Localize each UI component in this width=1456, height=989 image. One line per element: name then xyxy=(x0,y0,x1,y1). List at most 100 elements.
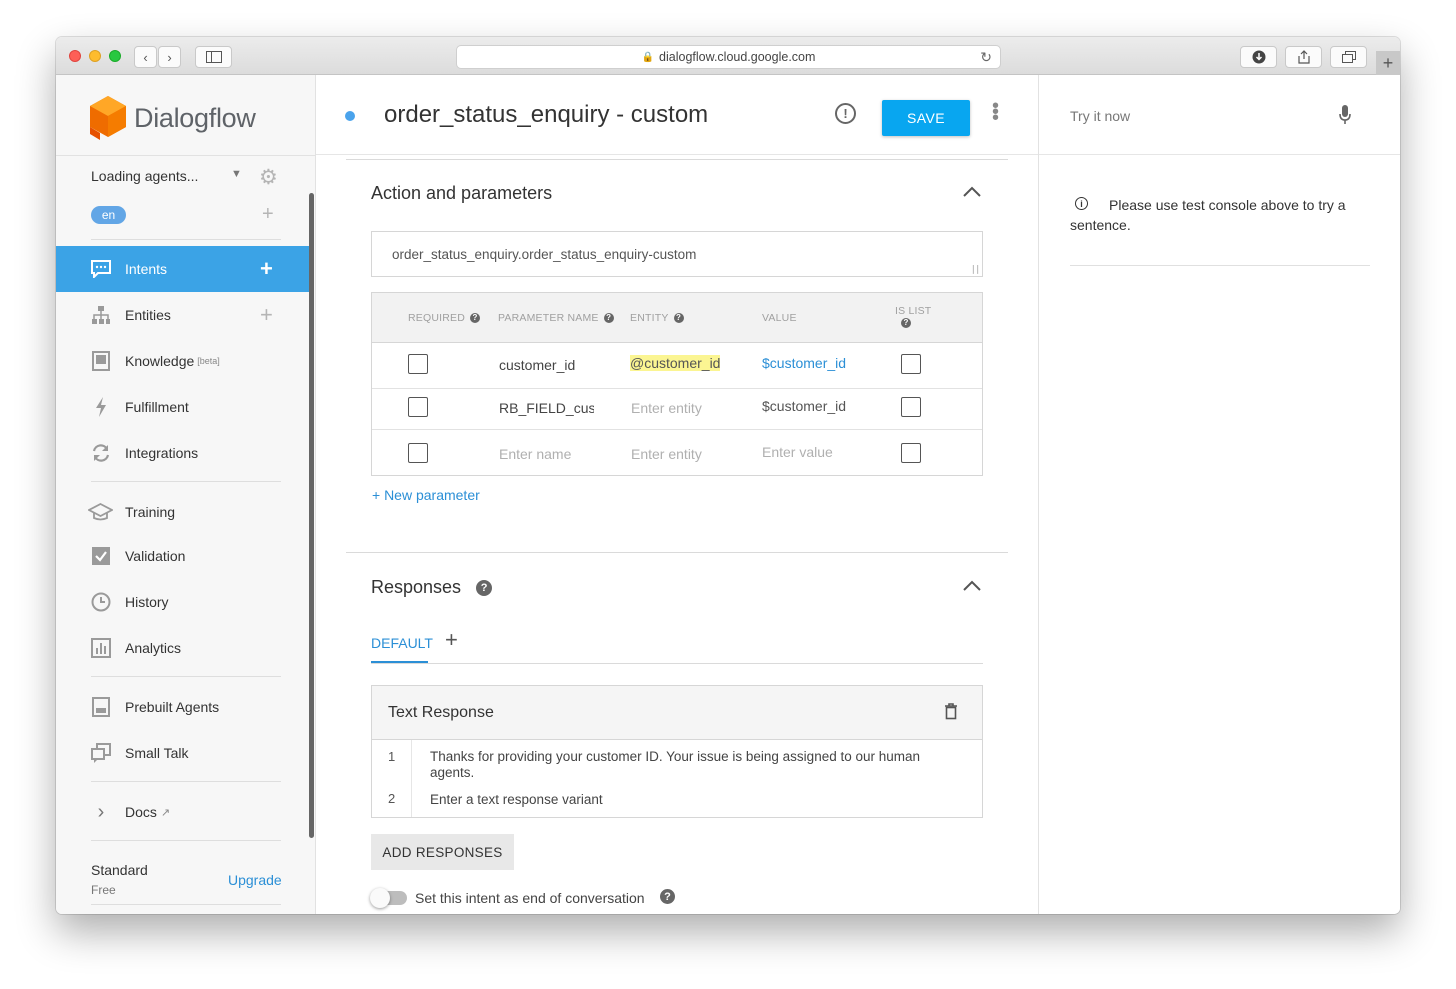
intent-editor: order_status_enquiry - custom ! SAVE • • •… xyxy=(316,75,1038,914)
upgrade-link[interactable]: Upgrade xyxy=(228,872,282,888)
column-header-name: PARAMETER NAME? xyxy=(498,312,614,324)
add-language-icon[interactable]: + xyxy=(262,203,274,226)
tab-default[interactable]: DEFAULT xyxy=(371,635,433,651)
sidebar-item-history[interactable]: History xyxy=(56,579,310,625)
prebuilt-icon xyxy=(90,696,112,718)
parameter-entity-input[interactable]: Enter entity xyxy=(631,446,702,462)
microphone-icon[interactable] xyxy=(1339,105,1351,130)
parameter-value[interactable]: $customer_id xyxy=(762,355,846,371)
required-checkbox[interactable] xyxy=(408,354,428,374)
minimize-window-button[interactable] xyxy=(89,50,101,62)
checkbox-icon xyxy=(90,545,112,567)
book-icon xyxy=(90,350,112,372)
back-button[interactable]: ‹ xyxy=(134,46,157,68)
tabs-divider xyxy=(371,663,983,664)
help-icon[interactable]: ? xyxy=(660,889,675,904)
language-badge[interactable]: en xyxy=(91,206,126,224)
share-icon xyxy=(1297,50,1310,64)
help-icon[interactable]: ? xyxy=(901,318,911,328)
sidebar-item-prebuilt-agents[interactable]: Prebuilt Agents xyxy=(56,684,310,730)
save-button[interactable]: SAVE xyxy=(882,100,970,136)
sidebar-item-label: Small Talk xyxy=(125,745,189,761)
text-response-header: Text Response xyxy=(372,686,982,740)
sidebar-item-entities[interactable]: Entities + xyxy=(56,292,310,338)
required-checkbox[interactable] xyxy=(408,443,428,463)
parameter-entity[interactable]: @customer_id xyxy=(630,355,721,371)
collapse-chevron-icon[interactable] xyxy=(962,185,982,203)
share-button[interactable] xyxy=(1285,46,1322,68)
address-bar[interactable]: 🔒 dialogflow.cloud.google.com ↻ xyxy=(456,45,1001,69)
is-list-checkbox[interactable] xyxy=(901,443,921,463)
forward-button[interactable]: › xyxy=(158,46,181,68)
brand-logo[interactable]: Dialogflow xyxy=(90,96,256,140)
alert-info-icon[interactable]: ! xyxy=(835,103,856,124)
sidebar-toggle-button[interactable] xyxy=(195,46,232,68)
sidebar-item-intents[interactable]: Intents + xyxy=(56,246,310,292)
bar-chart-icon xyxy=(90,637,112,659)
divider xyxy=(91,781,281,782)
intent-title[interactable]: order_status_enquiry - custom xyxy=(384,101,708,129)
new-tab-button[interactable]: + xyxy=(1376,51,1400,75)
text-response-line[interactable]: Thanks for providing your customer ID. Y… xyxy=(430,749,960,781)
agent-selector[interactable]: Loading agents... ▼ ⚙ xyxy=(91,165,291,190)
divider xyxy=(91,481,281,482)
sidebar-item-fulfillment[interactable]: Fulfillment xyxy=(56,384,310,430)
action-name-input[interactable]: order_status_enquiry.order_status_enquir… xyxy=(371,231,983,277)
maximize-window-button[interactable] xyxy=(109,50,121,62)
reload-icon[interactable]: ↻ xyxy=(980,49,992,66)
collapse-chevron-icon[interactable] xyxy=(962,579,982,597)
required-checkbox[interactable] xyxy=(408,397,428,417)
downloads-button[interactable] xyxy=(1240,46,1277,68)
tabs-overview-button[interactable] xyxy=(1330,46,1367,68)
chevron-left-icon: ‹ xyxy=(143,49,148,65)
sidebar-item-small-talk[interactable]: Small Talk xyxy=(56,730,310,776)
section-divider xyxy=(346,159,1008,160)
add-intent-icon[interactable]: + xyxy=(260,256,273,282)
sidebar-item-training[interactable]: Training xyxy=(56,489,310,535)
help-icon[interactable]: ? xyxy=(603,313,614,323)
agent-label: Loading agents... xyxy=(91,168,199,184)
sidebar-item-analytics[interactable]: Analytics xyxy=(56,625,310,671)
sidebar-item-docs[interactable]: › Docs ↗ xyxy=(56,789,310,835)
add-entity-icon[interactable]: + xyxy=(260,302,273,328)
add-tab-icon[interactable]: + xyxy=(445,627,458,653)
help-icon[interactable]: ? xyxy=(476,580,493,596)
plan-name: Standard xyxy=(91,862,148,878)
more-options-icon[interactable]: • • • xyxy=(992,96,999,128)
chat-bubble-icon xyxy=(90,258,112,280)
parameter-value-input[interactable]: Enter value xyxy=(762,444,833,460)
sidebar-item-knowledge[interactable]: Knowledge [beta] xyxy=(56,338,310,384)
brand-name: Dialogflow xyxy=(134,102,256,133)
help-icon[interactable]: ? xyxy=(470,313,481,323)
divider xyxy=(91,904,281,905)
is-list-checkbox[interactable] xyxy=(901,354,921,374)
sidebar-item-label: Intents xyxy=(125,261,168,277)
sidebar-item-validation[interactable]: Validation xyxy=(56,533,310,579)
parameter-name[interactable]: RB_FIELD_custo xyxy=(499,400,594,416)
tabs-icon xyxy=(1341,51,1356,63)
text-response-input[interactable]: Enter a text response variant xyxy=(430,792,960,808)
toggle-knob[interactable] xyxy=(370,888,390,908)
divider xyxy=(91,676,281,677)
sidebar-item-label: Integrations xyxy=(125,445,199,461)
help-icon[interactable]: ? xyxy=(673,313,684,323)
divider xyxy=(91,840,281,841)
try-it-now-input[interactable]: Try it now xyxy=(1070,108,1130,124)
parameter-name[interactable]: customer_id xyxy=(499,357,575,373)
browser-titlebar: ‹ › 🔒 dialogflow.cloud.google.com ↻ + xyxy=(56,37,1400,75)
sidebar-item-integrations[interactable]: Integrations xyxy=(56,430,310,476)
caret-down-icon[interactable]: ▼ xyxy=(231,168,242,180)
sidebar-item-label: Fulfillment xyxy=(125,399,189,415)
is-list-checkbox[interactable] xyxy=(901,397,921,417)
gear-icon[interactable]: ⚙ xyxy=(259,165,278,190)
divider xyxy=(1070,265,1370,266)
parameter-name-input[interactable]: Enter name xyxy=(499,446,571,462)
sidebar-scrollbar[interactable] xyxy=(309,193,314,838)
add-responses-button[interactable]: ADD RESPONSES xyxy=(371,834,514,870)
close-window-button[interactable] xyxy=(69,50,81,62)
resize-handle-icon[interactable]: ∣∣ xyxy=(971,264,980,275)
parameter-value[interactable]: $customer_id xyxy=(762,398,846,414)
new-parameter-link[interactable]: + New parameter xyxy=(372,487,480,503)
parameter-entity-input[interactable]: Enter entity xyxy=(631,400,702,416)
trash-icon[interactable] xyxy=(944,703,958,725)
